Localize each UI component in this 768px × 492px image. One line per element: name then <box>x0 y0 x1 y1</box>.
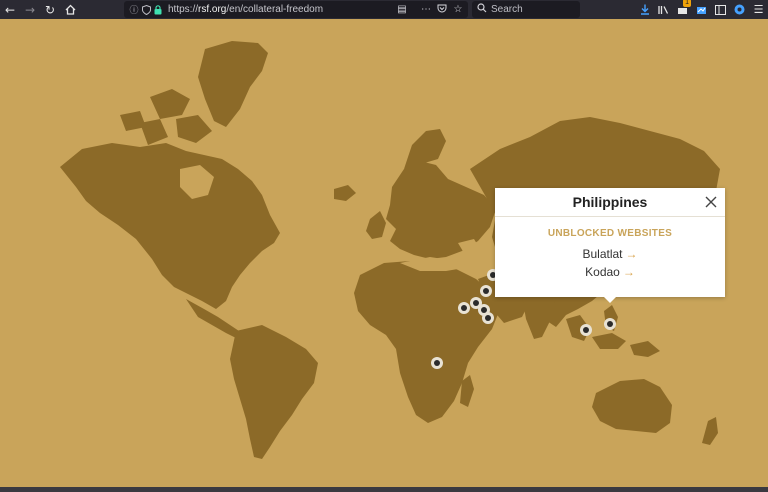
arrow-right-icon: → <box>622 265 635 279</box>
website-link-label: Kodao <box>585 265 620 279</box>
map-marker[interactable] <box>431 357 443 369</box>
sidebar-icon[interactable] <box>711 0 730 19</box>
extension-badge-icon[interactable]: 1 <box>673 0 692 19</box>
map-marker[interactable] <box>480 285 492 297</box>
back-arrow-icon[interactable]: ← <box>0 0 20 19</box>
map-marker-selected[interactable] <box>604 318 616 330</box>
map-marker[interactable] <box>458 302 470 314</box>
library-icon[interactable] <box>654 0 673 19</box>
map-marker[interactable] <box>482 312 494 324</box>
australia-shape <box>592 379 672 433</box>
info-icon[interactable]: ⓘ <box>128 1 140 18</box>
url-path: /en/collateral-freedom <box>226 4 324 15</box>
url-bar[interactable]: ⓘ https://rsf.org/en/collateral-freedom … <box>124 1 468 18</box>
more-icon[interactable]: ⋯ <box>420 4 432 15</box>
lock-icon[interactable] <box>152 1 164 18</box>
popup-title: Philippines <box>495 188 725 217</box>
popup-pointer <box>603 296 617 303</box>
greenland-shape <box>198 41 268 127</box>
arctic-islands-shape <box>120 89 212 145</box>
new-zealand-shape <box>702 417 718 445</box>
website-link-bulatlat[interactable]: Bulatlat → <box>495 247 725 261</box>
reload-icon[interactable]: ↻ <box>40 0 60 19</box>
star-icon[interactable]: ☆ <box>452 4 464 15</box>
website-link-kodao[interactable]: Kodao → <box>495 265 725 279</box>
close-icon[interactable] <box>703 194 719 210</box>
iceland-shape <box>334 185 356 201</box>
country-popup: Philippines UNBLOCKED WEBSITES Bulatlat →… <box>495 188 725 303</box>
website-link-label: Bulatlat <box>582 247 623 261</box>
shield-icon[interactable] <box>140 1 152 18</box>
north-america-shape <box>60 143 280 309</box>
download-icon[interactable] <box>635 0 654 19</box>
uk-shape <box>366 211 386 239</box>
arrow-right-icon: → <box>625 247 638 261</box>
url-prefix: https:// <box>168 4 199 15</box>
south-america-shape <box>230 325 318 459</box>
window-bottom-edge <box>0 487 768 492</box>
forward-arrow-icon[interactable]: → <box>20 0 40 19</box>
account-icon[interactable] <box>730 0 749 19</box>
africa-shape <box>354 261 500 423</box>
url-domain: rsf.org <box>198 4 227 15</box>
reader-view-icon[interactable]: ▤ <box>396 4 408 15</box>
extension-icon[interactable] <box>692 0 711 19</box>
pocket-icon[interactable] <box>436 4 448 16</box>
search-icon <box>477 3 487 16</box>
search-input[interactable] <box>491 4 571 15</box>
hamburger-menu-icon[interactable]: ☰ <box>749 0 768 19</box>
map-marker[interactable] <box>580 324 592 336</box>
popup-subtitle: UNBLOCKED WEBSITES <box>547 228 673 239</box>
browser-toolbar: ← → ↻ ⓘ https://rsf.org/en/collateral-fr… <box>0 0 768 19</box>
search-bar[interactable] <box>472 1 580 18</box>
badge-count: 1 <box>683 0 691 7</box>
url-text[interactable]: https://rsf.org/en/collateral-freedom <box>168 4 323 15</box>
home-icon[interactable] <box>60 0 80 19</box>
